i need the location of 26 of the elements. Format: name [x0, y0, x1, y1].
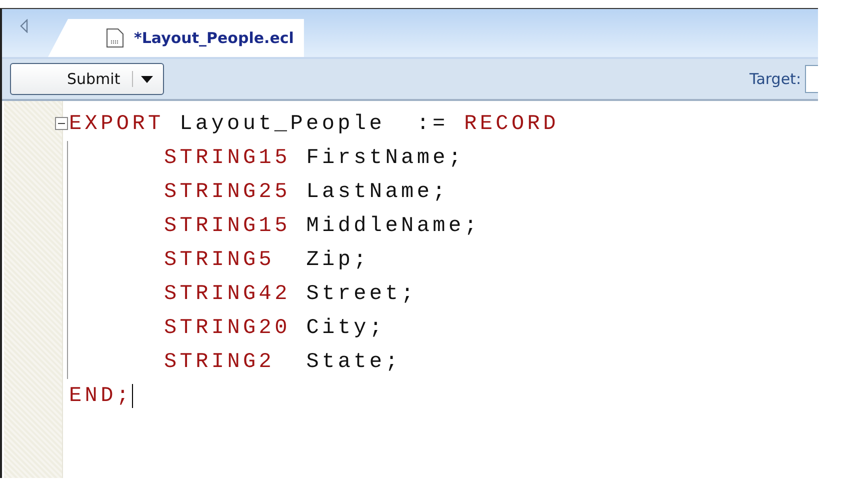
code-token: STRING2: [164, 350, 275, 374]
submit-button[interactable]: Submit: [10, 63, 164, 95]
code-token: LastName;: [305, 180, 448, 204]
editor-tab[interactable]: *Layout_People.ecl: [48, 19, 304, 57]
scroll-left-icon[interactable]: [20, 19, 28, 33]
file-icon: [106, 28, 124, 48]
code-token: END;: [69, 384, 132, 408]
target-field[interactable]: [805, 65, 818, 93]
fold-marker-icon[interactable]: [55, 117, 68, 130]
code-token: RECORD: [464, 112, 559, 136]
code-token: Layout_People :=: [178, 112, 450, 136]
code-token: STRING15: [164, 146, 290, 170]
code-token: STRING15: [164, 214, 290, 238]
code-token: FirstName;: [305, 146, 464, 170]
code-token: STRING42: [164, 282, 290, 306]
code-token: STRING5: [164, 248, 275, 272]
code-token: Zip;: [305, 248, 370, 272]
code-token: State;: [305, 350, 402, 374]
code-token: MiddleName;: [305, 214, 480, 238]
code-token: STRING20: [164, 316, 290, 340]
target-label: Target:: [750, 70, 801, 88]
caret-icon[interactable]: [141, 76, 154, 82]
code-token: STRING25: [164, 180, 290, 204]
code-token: Street;: [305, 282, 417, 306]
code-token: EXPORT: [69, 112, 164, 136]
code-token: City;: [305, 316, 386, 340]
